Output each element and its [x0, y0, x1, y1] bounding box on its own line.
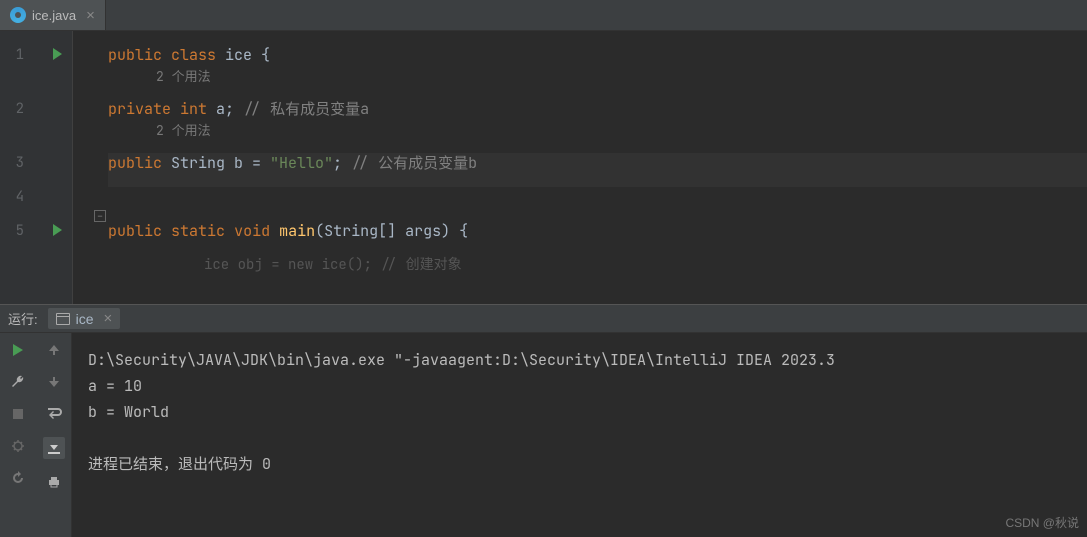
code-line[interactable] [108, 187, 1087, 221]
run-line-icon[interactable] [53, 224, 62, 236]
line-number-gutter: 12345 [0, 31, 42, 304]
application-icon [56, 313, 70, 325]
watermark: CSDN @秋说 [1005, 514, 1079, 531]
run-panel-body: D:\Security\JAVA\JDK\bin\java.exe "-java… [0, 333, 1087, 537]
code-line[interactable]: public class ice {2 个用法 [108, 45, 1087, 99]
fold-column: − [94, 31, 108, 304]
line-number: 5 [0, 221, 42, 255]
code-line-partial: ice obj = new ice(); // 创建对象 [108, 255, 1087, 275]
usage-hint[interactable]: 2 个用法 [108, 121, 1087, 141]
debug-icon[interactable] [9, 437, 27, 455]
wrench-icon[interactable] [9, 373, 27, 391]
console-line: a = 10 [88, 373, 1071, 399]
down-arrow-icon[interactable] [45, 373, 63, 391]
code-body[interactable]: public class ice {2 个用法 private int a; /… [108, 31, 1087, 304]
up-arrow-icon[interactable] [45, 341, 63, 359]
run-gutter-cell[interactable] [42, 45, 72, 99]
close-icon[interactable]: × [104, 310, 113, 327]
run-line-icon[interactable] [53, 48, 62, 60]
console-line [88, 425, 1071, 451]
run-gutter-cell [42, 187, 72, 221]
scroll-to-end-icon[interactable] [43, 437, 65, 459]
fold-icon[interactable]: − [94, 210, 106, 222]
line-number: 1 [0, 45, 42, 99]
soft-wrap-icon[interactable] [45, 405, 63, 423]
java-file-icon [10, 7, 26, 23]
code-line[interactable]: private int a; // 私有成员变量a2 个用法 [108, 99, 1087, 153]
console-line: D:\Security\JAVA\JDK\bin\java.exe "-java… [88, 347, 1071, 373]
line-number: 3 [0, 153, 42, 187]
tab-label: ice.java [32, 8, 76, 23]
stop-icon[interactable] [9, 405, 27, 423]
run-gutter-cell [42, 153, 72, 187]
close-icon[interactable]: × [86, 7, 95, 24]
console-output[interactable]: D:\Security\JAVA\JDK\bin\java.exe "-java… [72, 333, 1087, 537]
run-tab-label: ice [76, 311, 94, 327]
usage-hint[interactable]: 2 个用法 [108, 67, 1087, 87]
editor-tab-bar: ice.java × [0, 0, 1087, 31]
run-panel-title: 运行: [8, 309, 38, 328]
run-toolbar-right [36, 333, 72, 537]
editor-tab[interactable]: ice.java × [0, 0, 106, 30]
line-number: 2 [0, 99, 42, 153]
gutter-divider [72, 31, 94, 304]
line-number: 4 [0, 187, 42, 221]
code-line[interactable]: public String b = "Hello"; // 公有成员变量b [108, 153, 1087, 187]
rerun-icon[interactable] [9, 341, 27, 359]
console-line: b = World [88, 399, 1071, 425]
code-line[interactable]: public static void main(String[] args) { [108, 221, 1087, 255]
run-config-tab[interactable]: ice × [48, 308, 121, 329]
run-toolbar-left [0, 333, 36, 537]
restart-icon[interactable] [9, 469, 27, 487]
editor-area: ice.java × 12345 − public class ice {2 个… [0, 0, 1087, 304]
run-gutter-cell[interactable] [42, 221, 72, 255]
run-panel: 运行: ice × [0, 304, 1087, 537]
run-panel-header: 运行: ice × [0, 305, 1087, 333]
run-gutter-cell [42, 99, 72, 153]
run-gutter [42, 31, 72, 304]
code-area: 12345 − public class ice {2 个用法 private … [0, 31, 1087, 304]
print-icon[interactable] [45, 473, 63, 491]
console-line: 进程已结束，退出代码为 0 [88, 451, 1071, 477]
